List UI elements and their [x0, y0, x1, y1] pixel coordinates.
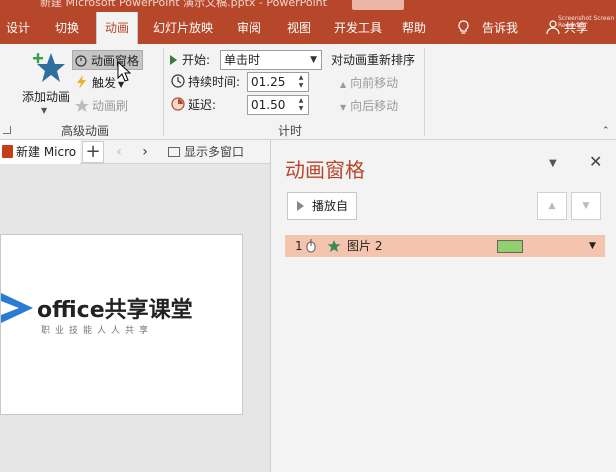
lightning-icon	[77, 75, 86, 89]
entrance-star-icon	[327, 240, 341, 252]
document-tab-bar: 新建 Micro + ‹ › 显示多窗口	[0, 140, 270, 164]
animation-item[interactable]: 1 图片 2 ▼	[285, 235, 605, 257]
tab-slideshow[interactable]: 幻灯片放映	[148, 12, 218, 44]
start-label: 开始:	[170, 50, 210, 70]
close-icon[interactable]: ✕	[589, 152, 602, 171]
group-divider	[163, 48, 164, 136]
chevron-down-icon[interactable]: ▼	[589, 235, 596, 257]
group-divider	[424, 48, 425, 136]
title-bar: 新建 Microsoft PowerPoint 演示文稿.pptx - Powe…	[0, 0, 616, 12]
tab-developer[interactable]: 开发工具	[330, 12, 386, 44]
delay-label: 延迟:	[170, 95, 216, 115]
delay-clock-icon	[171, 97, 185, 111]
ribbon-tabs: 设计 切换 动画 幻灯片放映 审阅 视图 开发工具 帮助 告诉我 共享 Scre…	[0, 12, 616, 44]
animation-pane-label: 动画窗格	[91, 54, 140, 68]
reorder-title: 对动画重新排序	[331, 53, 416, 67]
move-down-button[interactable]: ▼	[571, 192, 601, 220]
arrow-up-icon: ▲	[340, 80, 347, 89]
painter-star-icon	[75, 99, 89, 112]
pane-title: 动画窗格	[285, 158, 365, 182]
delay-input[interactable]: 01.50 ▲ ▼	[247, 95, 309, 115]
duration-input[interactable]: 01.25 ▲ ▼	[247, 72, 309, 92]
document-tab-label: 新建 Micro	[16, 145, 77, 159]
move-earlier-label: 向前移动	[350, 76, 399, 90]
move-earlier-button[interactable]: ▲ 向前移动	[340, 73, 398, 93]
tell-me-button[interactable]: 告诉我	[476, 12, 524, 44]
tab-transitions[interactable]: 切换	[48, 12, 86, 44]
spinner-arrows-icon[interactable]: ▲ ▼	[296, 97, 306, 113]
move-up-button[interactable]: ▲	[537, 192, 567, 220]
lightbulb-icon	[458, 20, 469, 34]
spinner-arrows-icon[interactable]: ▲ ▼	[296, 74, 306, 90]
move-later-button[interactable]: ▼ 向后移动	[340, 96, 398, 116]
animations-ribbon: 添加动画 ▼ 动画窗格 触发 ▼ 动画刷 高级动画 开始: 单击时 ▼ 持续时间:…	[0, 44, 616, 140]
animation-painter-button[interactable]: 动画刷	[74, 96, 128, 116]
tab-view[interactable]: 视图	[280, 12, 318, 44]
windows-icon	[168, 147, 180, 157]
tab-review[interactable]: 审阅	[230, 12, 268, 44]
mouse-click-icon	[306, 239, 316, 253]
add-animation-button[interactable]: 添加动画 ▼	[14, 48, 76, 118]
start-label-text: 开始:	[182, 53, 211, 67]
play-from-label: 播放自	[312, 199, 349, 213]
animation-painter-label: 动画刷	[92, 99, 129, 113]
trigger-label: 触发	[92, 76, 117, 90]
slide-canvas[interactable]: office共享课堂 职业技能人人共享	[0, 234, 243, 415]
dialog-launcher-icon[interactable]	[3, 126, 11, 134]
document-tab[interactable]: 新建 Micro	[0, 140, 80, 164]
logo-text: office共享课堂	[37, 298, 193, 323]
tab-help[interactable]: 帮助	[396, 12, 432, 44]
forward-button[interactable]: ›	[134, 141, 156, 163]
duration-label: 持续时间:	[170, 72, 240, 92]
timing-group-label: 计时	[277, 124, 302, 138]
play-from-button[interactable]: 播放自	[287, 192, 357, 220]
logo-subtitle: 职业技能人人共享	[41, 326, 154, 336]
delay-label-text: 延迟:	[188, 98, 217, 112]
play-icon	[297, 201, 304, 211]
chevron-down-icon: ▼	[41, 106, 48, 115]
duration-label-text: 持续时间:	[188, 75, 241, 89]
collapse-ribbon-icon[interactable]: ⌃	[602, 126, 610, 136]
move-later-label: 向后移动	[350, 99, 399, 113]
slide-editor: 新建 Micro + ‹ › 显示多窗口 office共享课堂 职业技能人人共享	[0, 140, 270, 472]
mouse-cursor-icon	[117, 61, 131, 82]
animation-pane: 动画窗格 ▼ ✕ 播放自 ▲ ▼ 1 图片 2 ▼	[270, 140, 616, 472]
delay-value: 01.50	[251, 98, 286, 112]
window-title: 新建 Microsoft PowerPoint 演示文稿.pptx - Powe…	[40, 0, 327, 9]
play-start-icon	[170, 55, 177, 65]
start-select[interactable]: 单击时 ▼	[220, 50, 322, 70]
logo-graduation-icon	[1, 293, 33, 323]
animation-pane-button[interactable]: 动画窗格	[72, 50, 144, 70]
title-badge	[352, 0, 404, 10]
timeline-bar[interactable]	[497, 240, 523, 253]
clock-icon	[171, 74, 185, 88]
tab-animations[interactable]: 动画	[96, 12, 138, 44]
start-value: 单击时	[224, 53, 261, 67]
animation-order: 1	[295, 239, 303, 253]
animation-item-name: 图片 2	[347, 239, 383, 253]
add-animation-star-icon	[33, 53, 65, 82]
show-multi-window-button[interactable]: 显示多窗口	[168, 140, 244, 164]
multi-window-label: 显示多窗口	[184, 145, 245, 159]
tab-design[interactable]: 设计	[0, 12, 36, 44]
back-button[interactable]: ‹	[108, 141, 130, 163]
arrow-down-icon: ▼	[340, 103, 347, 112]
animation-pane-icon	[75, 55, 87, 67]
new-tab-button[interactable]: +	[82, 141, 104, 163]
duration-value: 01.25	[251, 75, 286, 89]
pane-options-icon[interactable]: ▼	[549, 158, 557, 169]
powerpoint-file-icon	[2, 145, 13, 158]
recorder-watermark: Screenshot Screen Recorder	[558, 15, 615, 29]
add-animation-label: 添加动画	[21, 90, 70, 104]
advanced-animation-group-label: 高级动画	[60, 124, 109, 138]
chevron-down-icon: ▼	[310, 55, 317, 65]
